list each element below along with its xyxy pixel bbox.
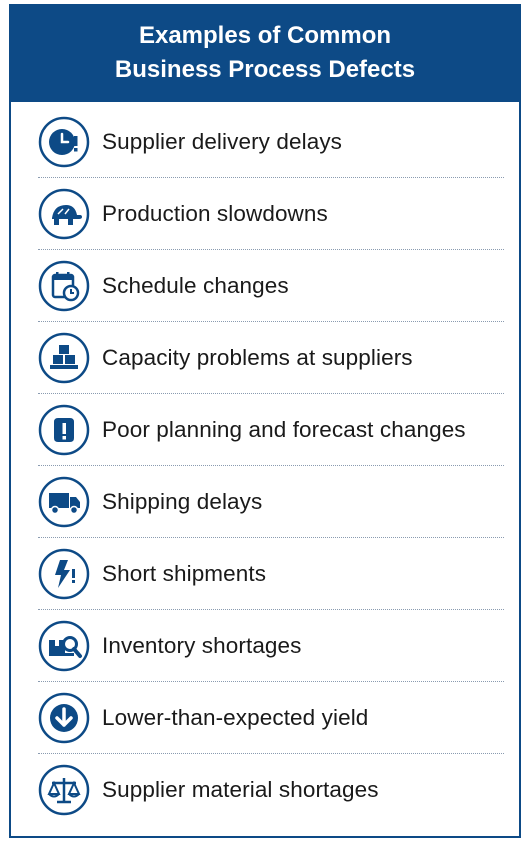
header-title-line-2: Business Process Defects <box>114 56 416 83</box>
lightning-alert-icon <box>38 548 90 600</box>
item-label: Inventory shortages <box>102 632 302 658</box>
item-label: Production slowdowns <box>102 200 328 226</box>
turtle-icon <box>38 188 90 240</box>
list-item: Capacity problems at suppliers <box>38 322 504 394</box>
item-label: Poor planning and forecast changes <box>102 416 466 442</box>
list-item: Short shipments <box>38 538 504 610</box>
list-item: Production slowdowns <box>38 178 504 250</box>
box-search-icon <box>38 620 90 672</box>
clock-alert-icon <box>38 116 90 168</box>
truck-icon <box>38 476 90 528</box>
balance-scale-icon <box>38 764 90 816</box>
calendar-clock-icon <box>38 260 90 312</box>
list-item: Schedule changes <box>38 250 504 322</box>
list-item: Poor planning and forecast changes <box>38 394 504 466</box>
list-item: Shipping delays <box>38 466 504 538</box>
item-label: Lower-than-expected yield <box>102 704 369 730</box>
item-label: Shipping delays <box>102 488 263 514</box>
item-label: Capacity problems at suppliers <box>102 344 413 370</box>
header-title-line-1: Examples of Common <box>138 22 392 49</box>
card-header: Examples of Common Business Process Defe… <box>9 4 521 102</box>
list-item: Supplier delivery delays <box>38 106 504 178</box>
item-label: Supplier material shortages <box>102 777 379 802</box>
item-label: Supplier delivery delays <box>102 128 343 154</box>
down-arrow-icon <box>38 692 90 744</box>
alert-badge-icon <box>38 404 90 456</box>
stacked-boxes-icon <box>38 332 90 384</box>
list-item: Supplier material shortages <box>38 754 504 826</box>
list-item: Lower-than-expected yield <box>38 682 504 754</box>
item-label: Schedule changes <box>102 272 289 298</box>
list-item: Inventory shortages <box>38 610 504 682</box>
item-label: Short shipments <box>102 560 267 586</box>
defects-list: Supplier delivery delays Production slow… <box>38 106 504 826</box>
